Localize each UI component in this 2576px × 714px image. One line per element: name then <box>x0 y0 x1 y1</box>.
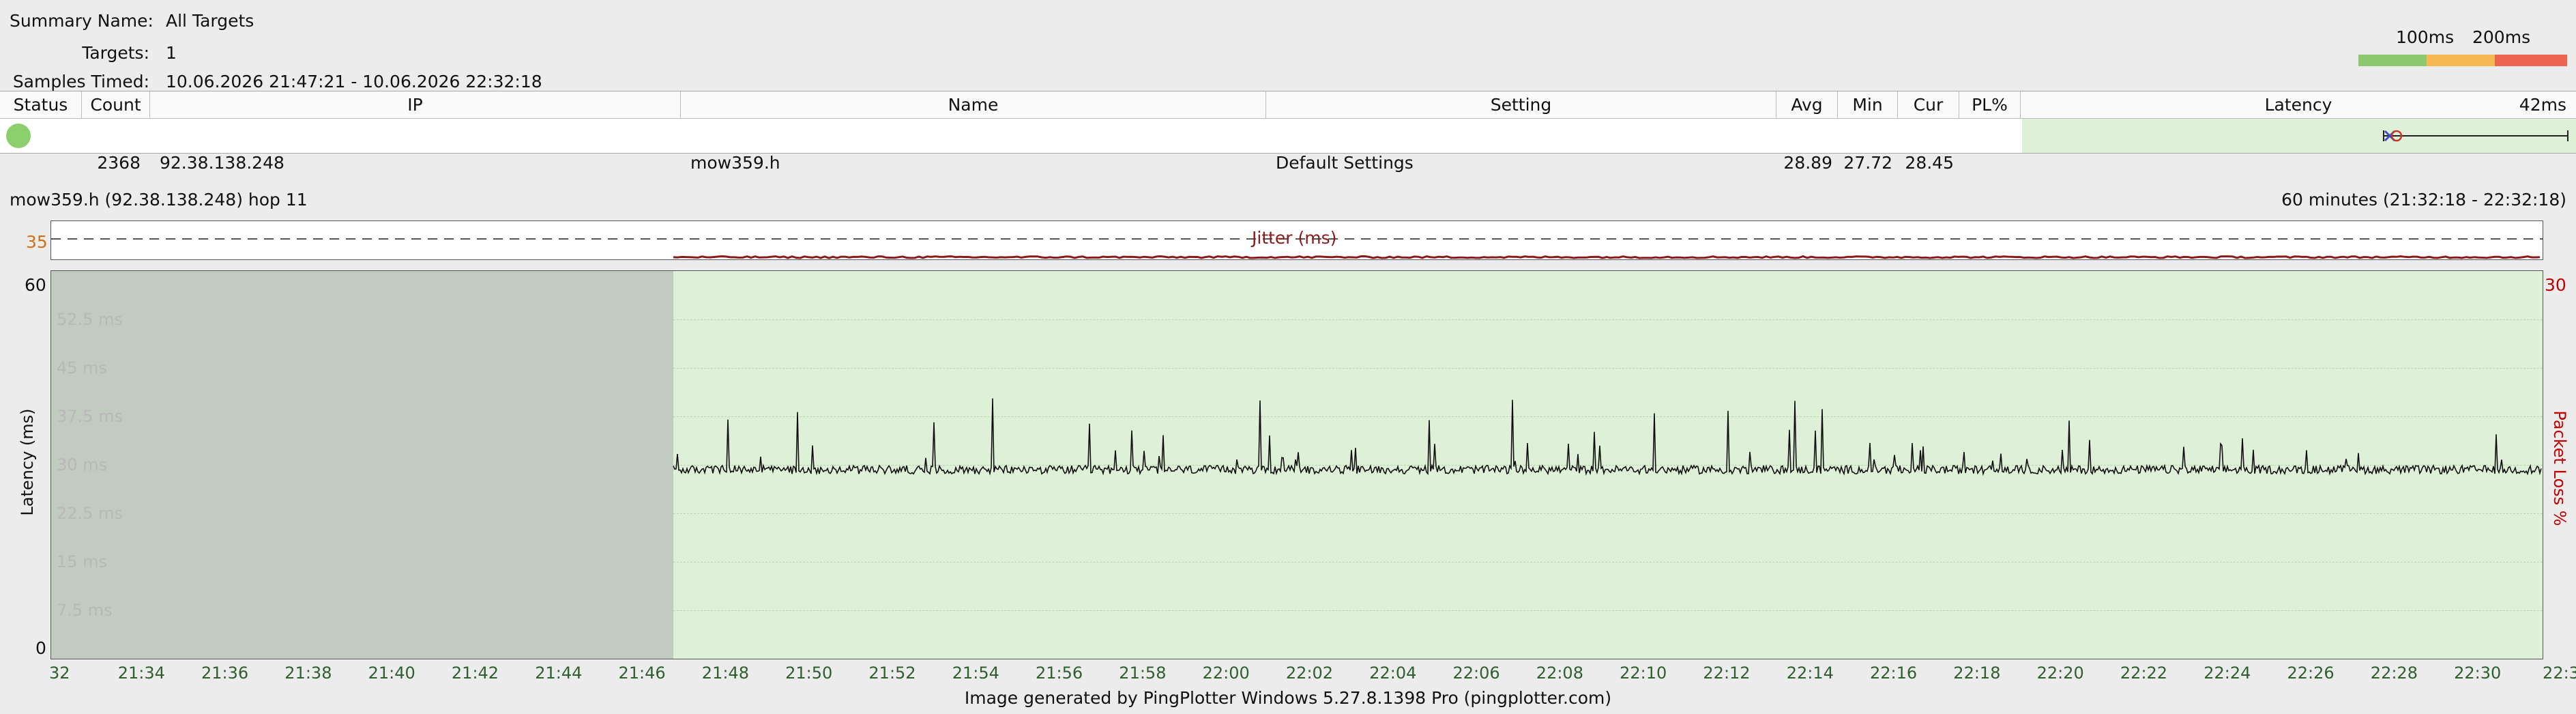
summary-name-value: All Targets <box>166 11 254 31</box>
threshold-good-segment <box>2358 55 2427 66</box>
y-axis-max-label: 60 <box>25 275 46 295</box>
latency-range-graphic <box>2383 130 2568 142</box>
x-tick-label: 22:22 <box>2120 663 2168 683</box>
cell-latency-sparkline <box>2022 119 2576 153</box>
summary-name-label: Summary Name: <box>10 11 153 31</box>
x-tick-label: 21:50 <box>785 663 833 683</box>
y-right-axis-title: Packet Loss % <box>2550 410 2569 526</box>
threshold-100-label: 100ms <box>2396 27 2455 47</box>
x-tick-label: 22:00 <box>1202 663 1250 683</box>
latency-header-label: Latency <box>2264 95 2332 115</box>
x-tick-label: 22:06 <box>1452 663 1500 683</box>
cell-pl <box>1959 146 2021 180</box>
latency-graph[interactable]: 52.5 ms 45 ms 37.5 ms 30 ms 22.5 ms 15 ms 7.5 … <box>50 270 2543 659</box>
y-axis-min-label: 0 <box>35 638 46 658</box>
targets-table: Status Count IP Name Setting Avg Min Cur… <box>0 91 2576 173</box>
x-tick-label: 22:24 <box>2204 663 2251 683</box>
samples-timed-label: Samples Timed: <box>12 72 149 91</box>
cell-name: mow359.h <box>690 153 780 173</box>
col-header-name[interactable]: Name <box>681 91 1266 119</box>
x-tick-label: 21:36 <box>201 663 249 683</box>
graph-time-range[interactable]: 60 minutes (21:32:18 - 22:32:18) <box>2281 190 2566 210</box>
x-tick-label: 22:16 <box>1870 663 1918 683</box>
x-tick-label: 22:30 <box>2454 663 2502 683</box>
footer-credit: Image generated by PingPlotter Windows 5… <box>964 688 1612 708</box>
status-indicator-icon <box>6 124 31 148</box>
targets-label: Targets: <box>82 43 149 63</box>
col-header-avg[interactable]: Avg <box>1776 91 1838 119</box>
latency-line-graph <box>673 398 2542 476</box>
x-tick-label: 22:20 <box>2036 663 2084 683</box>
x-tick-label: 21:46 <box>618 663 666 683</box>
x-tick-label: 21:58 <box>1119 663 1167 683</box>
col-header-ip[interactable]: IP <box>150 91 681 119</box>
packet-loss-max-label: 30 <box>2545 275 2566 295</box>
col-header-count[interactable]: Count <box>82 91 150 119</box>
graph-title: mow359.h (92.38.138.248) hop 11 <box>10 190 308 210</box>
col-header-pl[interactable]: PL% <box>1959 91 2021 119</box>
jitter-scale-label: 35 <box>26 232 48 252</box>
y-axis-title: Latency (ms) <box>18 408 37 516</box>
x-tick-label: 21:44 <box>535 663 583 683</box>
cell-ip: 92.38.138.248 <box>160 153 284 173</box>
x-tick-label: 22:12 <box>1703 663 1751 683</box>
x-tick-label: 32 <box>49 663 70 683</box>
threshold-warn-segment <box>2427 55 2495 66</box>
x-tick-label: 21:42 <box>451 663 499 683</box>
x-tick-label: 21:48 <box>701 663 749 683</box>
targets-value: 1 <box>166 43 177 63</box>
x-tick-label: 22:28 <box>2370 663 2418 683</box>
x-tick-label: 22:26 <box>2287 663 2334 683</box>
x-tick-label: 21:34 <box>117 663 165 683</box>
col-header-cur[interactable]: Cur <box>1898 91 1959 119</box>
cell-setting: Default Settings <box>1276 153 1414 173</box>
x-tick-label: 21:54 <box>952 663 999 683</box>
jitter-label: Jitter (ms) <box>1252 228 1337 248</box>
table-row[interactable]: 2368 92.38.138.248 mow359.h Default Sett… <box>0 119 2576 173</box>
col-header-status[interactable]: Status <box>0 91 82 119</box>
threshold-200-label: 200ms <box>2472 27 2531 47</box>
samples-timed-value: 10.06.2026 21:47:21 - 10.06.2026 22:32:1… <box>166 72 542 91</box>
jitter-graph: Jitter (ms) <box>50 220 2543 260</box>
latency-scale-label: 42ms <box>2519 95 2566 115</box>
cell-avg: 28.89 <box>1783 153 1832 173</box>
cell-min: 27.72 <box>1843 153 1892 173</box>
col-header-setting[interactable]: Setting <box>1266 91 1776 119</box>
x-tick-label: 22:08 <box>1536 663 1583 683</box>
x-tick-label: 22:02 <box>1285 663 1334 683</box>
x-tick-label: 21:56 <box>1036 663 1083 683</box>
cell-cur: 28.45 <box>1905 153 1954 173</box>
cell-count: 2368 <box>97 153 141 173</box>
x-tick-label: 21:52 <box>868 663 916 683</box>
threshold-bad-segment <box>2495 55 2567 66</box>
x-tick-label: 22:04 <box>1369 663 1417 683</box>
col-header-latency[interactable]: Latency 42ms <box>2021 91 2576 119</box>
x-tick-label: 22:10 <box>1620 663 1667 683</box>
x-tick-label: 22:14 <box>1786 663 1834 683</box>
x-tick-label: 21:40 <box>368 663 415 683</box>
x-tick-label: 22:3 <box>2543 663 2576 683</box>
x-tick-label: 22:18 <box>1953 663 2001 683</box>
col-header-min[interactable]: Min <box>1838 91 1898 119</box>
x-tick-label: 21:38 <box>284 663 332 683</box>
